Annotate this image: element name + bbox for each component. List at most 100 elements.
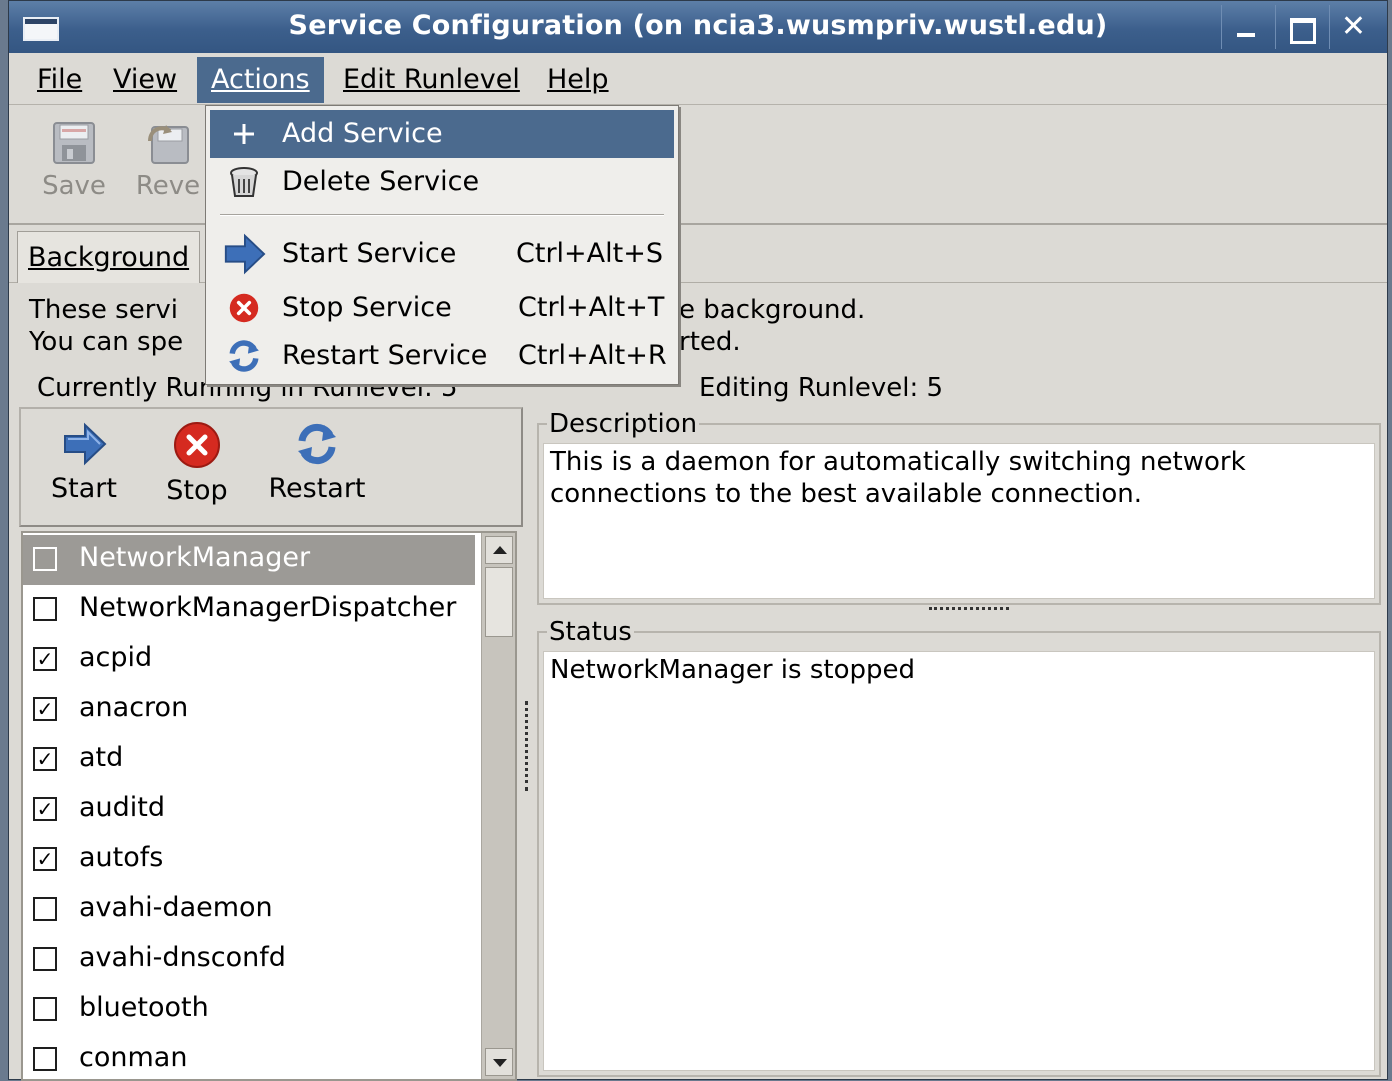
revert-icon	[148, 125, 189, 164]
service-name: bluetooth	[79, 992, 209, 1023]
trash-can-icon	[230, 167, 258, 197]
service-row[interactable]: ✓ autofs	[23, 835, 475, 885]
menu-help-label: Help	[547, 64, 609, 95]
horizontal-pane-splitter[interactable]	[929, 607, 1009, 615]
service-row[interactable]: avahi-daemon	[23, 885, 475, 935]
service-checkbox[interactable]	[33, 947, 57, 971]
info-line-2-end: rted.	[679, 327, 741, 357]
service-configuration-window: Service Configuration (on ncia3.wusmpriv…	[8, 0, 1388, 1081]
menu-file-label: File	[37, 64, 83, 95]
service-name: auditd	[79, 792, 166, 823]
menu-separator	[220, 214, 664, 216]
service-name: NetworkManager	[79, 542, 311, 573]
service-list-scrollbar[interactable]	[481, 533, 515, 1079]
scroll-up-arrow-icon[interactable]	[485, 536, 513, 564]
menu-stop-service[interactable]: Stop Service Ctrl+Alt+T	[210, 284, 674, 332]
stop-icon	[174, 422, 220, 468]
start-arrow-icon	[64, 422, 107, 466]
stop-label: Stop	[166, 475, 228, 506]
stop-service-shortcut: Ctrl+Alt+T	[518, 292, 665, 323]
service-row[interactable]: avahi-dnsconfd	[23, 935, 475, 985]
menu-view[interactable]: View	[99, 57, 191, 103]
tab-background-label: Background	[28, 242, 190, 273]
menu-edit-runlevel[interactable]: Edit Runlevel	[329, 57, 534, 103]
title-bar[interactable]: Service Configuration (on ncia3.wusmpriv…	[9, 1, 1387, 53]
stop-button[interactable]: Stop	[157, 421, 237, 506]
service-row[interactable]: ✓ atd	[23, 735, 475, 785]
menu-view-label: View	[113, 64, 178, 95]
save-button[interactable]: Save	[37, 119, 111, 201]
service-row[interactable]: NetworkManagerDispatcher	[23, 585, 475, 635]
actions-menu: Add Service Delete Service Start Service…	[205, 105, 679, 385]
window-title: Service Configuration (on ncia3.wusmpriv…	[288, 10, 1108, 41]
description-text[interactable]: This is a daemon for automatically switc…	[543, 443, 1375, 599]
stop-service-label: Stop Service	[282, 292, 452, 323]
scrollbar-thumb[interactable]	[485, 567, 513, 637]
service-row[interactable]: conman	[23, 1035, 475, 1079]
menu-file[interactable]: File	[23, 57, 96, 103]
status-frame: Status NetworkManager is stopped	[537, 617, 1381, 1077]
service-name: avahi-daemon	[79, 892, 273, 923]
service-name: conman	[79, 1042, 188, 1073]
scroll-down-arrow-icon[interactable]	[485, 1048, 513, 1076]
service-checkbox[interactable]: ✓	[33, 847, 57, 871]
restart-button[interactable]: Restart	[265, 421, 369, 504]
service-checkbox[interactable]	[33, 547, 57, 571]
stop-icon	[229, 293, 259, 323]
editing-runlevel: Editing Runlevel: 5	[699, 373, 944, 403]
floppy-disk-icon	[53, 122, 95, 164]
service-row[interactable]: NetworkManager	[23, 535, 475, 585]
menu-help[interactable]: Help	[533, 57, 623, 103]
service-name: avahi-dnsconfd	[79, 942, 286, 973]
info-line-1-start: These servi	[29, 295, 179, 325]
service-checkbox[interactable]	[33, 1047, 57, 1071]
info-line-1-end: e background.	[679, 295, 866, 325]
service-name: anacron	[79, 692, 189, 723]
status-caption: Status	[547, 617, 634, 647]
close-button[interactable]: ✕	[1329, 5, 1377, 49]
add-service-label: Add Service	[282, 118, 443, 149]
restart-service-label: Restart Service	[282, 340, 488, 371]
service-row[interactable]: ✓ anacron	[23, 685, 475, 735]
service-row[interactable]: ✓ auditd	[23, 785, 475, 835]
service-row[interactable]: bluetooth	[23, 985, 475, 1035]
menu-actions-label: Actions	[211, 64, 310, 95]
status-text[interactable]: NetworkManager is stopped	[543, 651, 1375, 1071]
menu-restart-service[interactable]: Restart Service Ctrl+Alt+R	[210, 332, 674, 380]
restart-icon	[298, 423, 336, 465]
revert-button[interactable]: Reve	[133, 119, 203, 201]
description-caption: Description	[547, 409, 700, 439]
start-button[interactable]: Start	[41, 421, 127, 504]
maximize-button[interactable]	[1275, 5, 1323, 49]
service-name: NetworkManagerDispatcher	[79, 592, 457, 623]
tab-background[interactable]: Background	[17, 231, 201, 283]
service-name: atd	[79, 742, 124, 773]
menu-start-service[interactable]: Start Service Ctrl+Alt+S	[210, 230, 674, 278]
revert-label: Reve	[135, 171, 201, 201]
service-list[interactable]: NetworkManager NetworkManagerDispatcher …	[21, 531, 517, 1081]
menu-add-service[interactable]: Add Service	[210, 110, 674, 158]
restart-icon	[229, 340, 259, 372]
info-line-2-start: You can spe	[29, 327, 184, 357]
service-checkbox[interactable]	[33, 897, 57, 921]
delete-service-label: Delete Service	[282, 166, 480, 197]
menu-delete-service[interactable]: Delete Service	[210, 158, 674, 206]
menu-bar: File View Actions Edit Runlevel Help	[9, 53, 1387, 105]
plus-icon	[234, 124, 254, 144]
save-label: Save	[42, 171, 106, 201]
service-row[interactable]: ✓ acpid	[23, 635, 475, 685]
restart-service-shortcut: Ctrl+Alt+R	[518, 340, 667, 371]
service-checkbox[interactable]: ✓	[33, 647, 57, 671]
service-checkbox[interactable]: ✓	[33, 747, 57, 771]
menu-edit-runlevel-label: Edit Runlevel	[343, 64, 520, 95]
menu-actions[interactable]: Actions	[197, 57, 324, 103]
service-checkbox[interactable]: ✓	[33, 697, 57, 721]
minimize-button[interactable]	[1221, 5, 1269, 49]
service-checkbox[interactable]	[33, 597, 57, 621]
service-checkbox[interactable]	[33, 997, 57, 1021]
start-service-shortcut: Ctrl+Alt+S	[516, 238, 663, 269]
start-service-label: Start Service	[282, 238, 457, 269]
vertical-pane-splitter[interactable]	[525, 701, 533, 791]
service-checkbox[interactable]: ✓	[33, 797, 57, 821]
service-toolbar: Start Stop Restart	[19, 407, 523, 527]
